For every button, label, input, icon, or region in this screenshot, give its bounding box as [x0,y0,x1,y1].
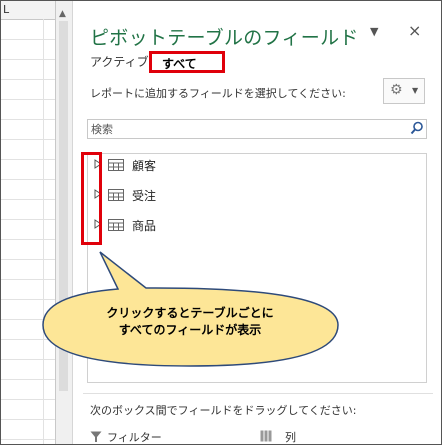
row-gridline [1,219,55,220]
row-gridline [1,259,55,260]
columns-area-label: 列 [285,431,296,444]
drag-instruction: 次のボックス間でフィールドをドラッグしてください: [90,404,357,417]
table-icon [108,189,124,201]
tab-active[interactable]: アクティブ [90,53,149,70]
tools-button[interactable]: ⚙ ▼ [383,78,425,104]
row-gridline [1,279,55,280]
gear-icon: ⚙ [390,82,403,98]
vertical-scrollbar[interactable]: ▲ [56,1,73,444]
pivot-field-list-pane: ピボットテーブルのフィールド ▼ × アクティブ すべて レポートに追加するフィ… [73,1,441,444]
field-item-order[interactable]: 受注 [94,185,294,205]
row-gridline [1,399,55,400]
column-header[interactable]: L [1,1,55,20]
close-icon[interactable]: × [408,21,421,40]
row-gridline [1,99,55,100]
row-gridline [1,39,55,40]
filter-icon [90,431,102,442]
row-gridline [1,159,55,160]
filters-area-label: フィルター [107,431,162,444]
column-gridline [43,19,44,444]
row-gridline [1,119,55,120]
table-icon [108,219,124,231]
row-gridline [1,179,55,180]
divider [83,393,433,394]
table-icon [108,159,124,171]
pane-title: ピボットテーブルのフィールド [90,27,359,49]
window-frame: L ▲ ピボットテーブルのフィールド ▼ × アクティブ すべて レポートに追加… [0,0,442,445]
column-header-label: L [3,3,10,16]
row-gridline [1,379,55,380]
row-gridline [1,139,55,140]
field-label: 商品 [132,219,157,233]
callout-line-1: クリックするとテーブルごとに [106,306,274,320]
search-icon[interactable] [410,121,424,135]
search-input[interactable] [91,121,391,137]
row-gridline [1,59,55,60]
row-gridline [1,339,55,340]
tab-all[interactable]: すべて [149,51,225,73]
tab-all-label: すべて [162,57,197,71]
callout-text: クリックするとテーブルごとに すべてのフィールドが表示 [50,305,330,339]
row-gridline [1,439,55,440]
spreadsheet-area: L [1,1,56,444]
row-gridline [1,199,55,200]
row-gridline [1,239,55,240]
expand-arrows-highlight [81,152,102,245]
field-select-instruction: レポートに追加するフィールドを選択してください: [90,87,346,100]
row-gridline [1,319,55,320]
field-item-customer[interactable]: 顧客 [94,155,294,175]
pane-options-dropdown-icon[interactable]: ▼ [370,25,378,38]
scroll-up-arrow-icon[interactable]: ▲ [59,9,66,19]
callout-line-2: すべてのフィールドが表示 [118,323,262,337]
field-label: 顧客 [132,159,157,173]
row-gridline [1,419,55,420]
chevron-down-icon: ▼ [412,86,419,95]
row-gridline [1,359,55,360]
row-gridline [1,79,55,80]
columns-icon [260,430,272,442]
field-list: 顧客 受注 商品 [87,153,427,383]
row-gridline [1,299,55,300]
field-item-product[interactable]: 商品 [94,215,294,235]
search-box[interactable] [87,119,427,139]
field-label: 受注 [132,189,157,203]
